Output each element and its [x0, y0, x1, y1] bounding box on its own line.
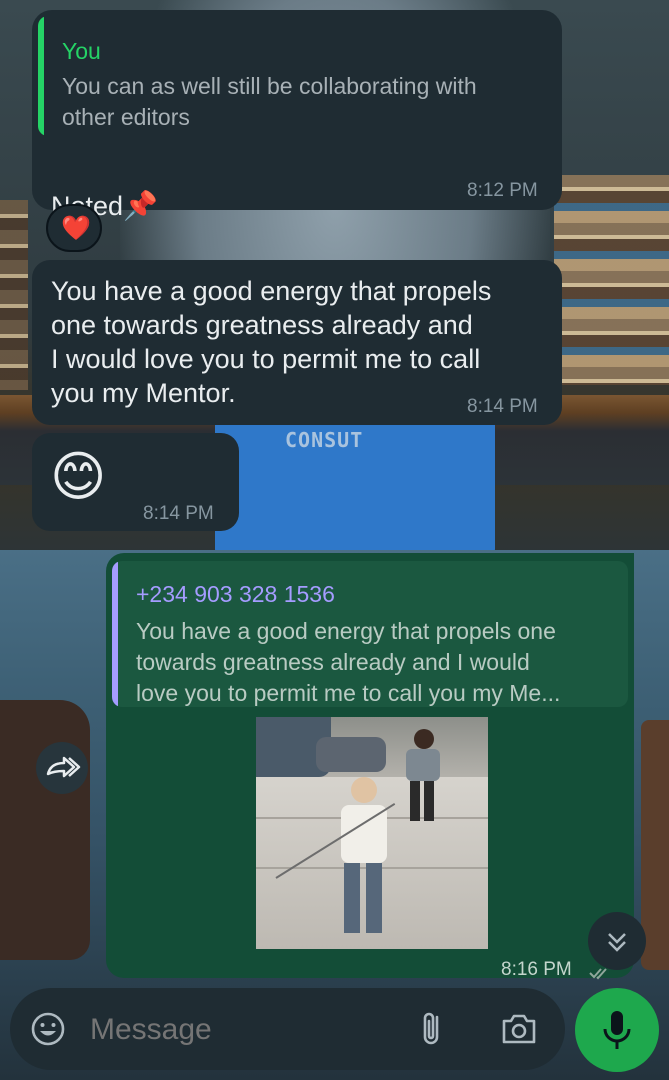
voice-message-button[interactable] — [575, 988, 659, 1072]
reply-quote[interactable]: +234 903 328 1536 You have a good energy… — [112, 561, 628, 707]
message-mentor[interactable]: You have a good energy that propels one … — [32, 260, 562, 425]
reply-author: You — [62, 38, 101, 64]
camera-icon[interactable] — [498, 1009, 540, 1049]
reply-quote[interactable]: You You can as well still be collaborati… — [38, 16, 554, 136]
forward-button[interactable] — [36, 742, 88, 794]
reply-author: +234 903 328 1536 — [136, 581, 335, 607]
emoji-icon[interactable] — [28, 1009, 68, 1049]
message-noted[interactable]: You You can as well still be collaborati… — [32, 10, 562, 221]
wallpaper-shirt-text: CONSUT — [285, 428, 364, 452]
reply-text: You have a good energy that propels one … — [136, 618, 561, 706]
smiling-face-icon: 😊 — [50, 447, 107, 507]
message-text: You have a good energy that propels one … — [51, 276, 492, 408]
attach-icon[interactable] — [415, 1009, 449, 1049]
message-composer[interactable] — [10, 988, 565, 1070]
message-input[interactable] — [88, 1006, 392, 1054]
message-time: 8:16 PM — [501, 959, 572, 980]
message-video-reply[interactable]: +234 903 328 1536 You have a good energy… — [106, 553, 634, 980]
heart-icon: ❤️ — [61, 215, 91, 242]
message-time: 8:12 PM — [467, 180, 538, 201]
scroll-down-icon — [608, 933, 626, 952]
pushpin-icon: 📌 — [123, 190, 158, 221]
reply-text: You can as well still be collaborating w… — [62, 73, 477, 130]
scroll-down-button[interactable] — [588, 912, 646, 970]
video-thumbnail[interactable] — [256, 717, 488, 949]
message-time: 8:14 PM — [143, 503, 214, 524]
message-time: 8:14 PM — [467, 396, 538, 417]
message-emoji[interactable]: 😊 8:14 PM — [32, 433, 239, 531]
mic-icon — [603, 1011, 631, 1049]
reaction-badge[interactable]: ❤️ — [46, 204, 102, 252]
forward-icon — [46, 756, 81, 778]
